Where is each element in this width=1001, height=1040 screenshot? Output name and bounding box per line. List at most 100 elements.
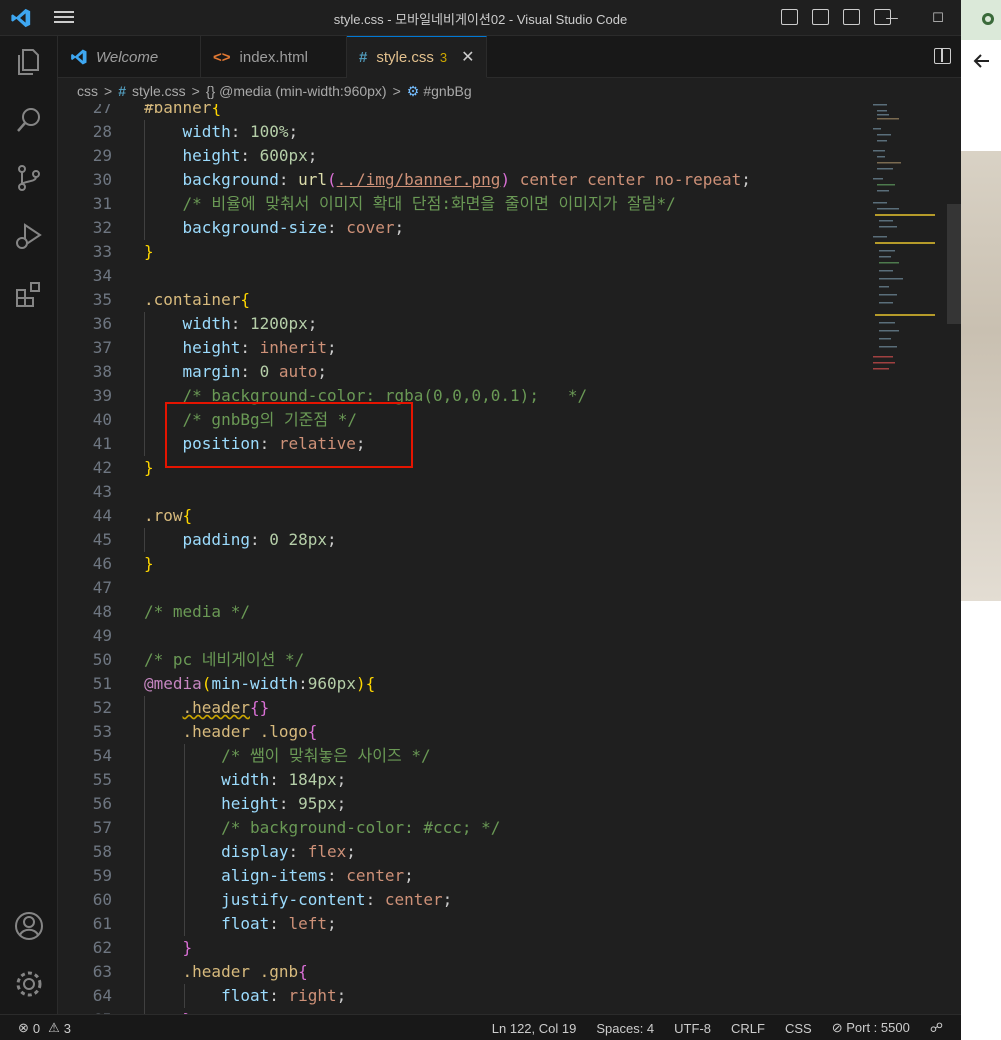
banner-image-preview <box>961 151 1001 601</box>
live-server-port[interactable]: ⊘ Port : 5500 <box>832 1020 910 1036</box>
code-text: height: 95px; <box>221 794 347 813</box>
line-number: 44 <box>92 506 112 525</box>
line-number: 41 <box>92 434 112 453</box>
toggle-primary-sidebar-icon[interactable] <box>781 9 798 25</box>
code-line: 32 background-size: cover; <box>58 216 961 240</box>
breadcrumb-media[interactable]: {} @media (min-width:960px) <box>206 83 387 99</box>
code-text: /* 쌤이 맞춰놓은 사이즈 */ <box>221 746 431 765</box>
code-line: 43 <box>58 480 961 504</box>
line-number: 27 <box>92 104 112 117</box>
code-line: 49 <box>58 624 961 648</box>
code-line: 64 float: right; <box>58 984 961 1008</box>
extensions-icon[interactable] <box>13 278 45 310</box>
code-text: justify-content: center; <box>221 890 453 909</box>
line-number: 64 <box>92 986 112 1005</box>
feedback-icon[interactable]: ☍ <box>930 1020 943 1036</box>
encoding[interactable]: UTF-8 <box>674 1021 711 1036</box>
indentation[interactable]: Spaces: 4 <box>596 1021 654 1036</box>
code-text: .row{ <box>144 506 193 525</box>
code-text: margin: 0 auto; <box>182 362 328 381</box>
error-icon: ⊗ <box>18 1020 29 1035</box>
scrollbar-thumb[interactable] <box>947 204 961 324</box>
line-number: 56 <box>92 794 112 813</box>
code-text: background-size: cover; <box>182 218 405 237</box>
line-number: 62 <box>92 938 112 957</box>
warning-count: 3 <box>63 1020 72 1036</box>
line-number: 53 <box>92 722 112 741</box>
line-number: 63 <box>92 962 112 981</box>
line-number: 45 <box>92 530 112 549</box>
vertical-scrollbar[interactable] <box>947 104 961 1014</box>
chevron-right-icon: > <box>191 83 200 99</box>
code-text: background: url(../img/banner.png) cente… <box>182 170 751 189</box>
code-line: 55 width: 184px; <box>58 768 961 792</box>
code-line: 62 } <box>58 936 961 960</box>
code-text: #banner{ <box>144 104 222 117</box>
maximize-button[interactable]: ☐ <box>915 0 961 36</box>
code-line: 44 .row{ <box>58 504 961 528</box>
code-editor[interactable]: 27 #banner{ 28 width: 100%; 29 height: 60… <box>58 104 961 1014</box>
line-number: 34 <box>92 266 112 285</box>
line-number: 57 <box>92 818 112 837</box>
line-number: 59 <box>92 866 112 885</box>
search-icon[interactable] <box>13 104 45 136</box>
cursor-position[interactable]: Ln 122, Col 19 <box>492 1021 577 1036</box>
code-line: 30 background: url(../img/banner.png) ce… <box>58 168 961 192</box>
language-mode[interactable]: CSS <box>785 1021 812 1036</box>
browser-favicon-icon <box>982 13 994 25</box>
code-line: 61 float: left; <box>58 912 961 936</box>
code-line: 60 justify-content: center; <box>58 888 961 912</box>
line-number: 61 <box>92 914 112 933</box>
tab-style-css[interactable]: # style.css 3 ✕ <box>347 36 487 78</box>
code-line: 56 height: 95px; <box>58 792 961 816</box>
back-arrow-icon[interactable] <box>973 52 991 70</box>
minimize-button[interactable]: — <box>869 0 915 36</box>
breadcrumb-folder[interactable]: css <box>77 83 98 99</box>
code-line: 57 /* background-color: #ccc; */ <box>58 816 961 840</box>
activity-bar <box>0 36 58 1014</box>
broadcast-icon: ⊘ <box>831 1020 847 1035</box>
line-number: 43 <box>92 482 112 501</box>
source-control-icon[interactable] <box>13 162 45 194</box>
browser-window-sliver <box>961 0 1001 1040</box>
code-line: 63 .header .gnb{ <box>58 960 961 984</box>
line-number: 32 <box>92 218 112 237</box>
code-line: 34 <box>58 264 961 288</box>
code-text: } <box>182 938 193 957</box>
account-icon[interactable] <box>13 910 45 942</box>
code-line: 36 width: 1200px; <box>58 312 961 336</box>
close-tab-icon[interactable]: ✕ <box>461 47 474 67</box>
problems-count-badge: 3 <box>439 49 448 65</box>
breadcrumb-file[interactable]: style.css <box>132 83 186 99</box>
error-count: 0 <box>32 1020 41 1036</box>
split-editor-icon[interactable] <box>934 48 951 64</box>
breadcrumb-symbol[interactable]: #gnbBg <box>423 83 471 99</box>
code-text: float: right; <box>221 986 347 1005</box>
line-number: 51 <box>92 674 112 693</box>
line-number: 47 <box>92 578 112 597</box>
code-line: 48 /* media */ <box>58 600 961 624</box>
toggle-panel-icon[interactable] <box>812 9 829 25</box>
code-line: 35 .container{ <box>58 288 961 312</box>
code-line: 29 height: 600px; <box>58 144 961 168</box>
tab-index-html[interactable]: <> index.html <box>201 36 347 78</box>
toggle-secondary-sidebar-icon[interactable] <box>843 9 860 25</box>
problems-indicator[interactable]: ⊗ 0 ⚠ 3 <box>18 1020 71 1036</box>
run-debug-icon[interactable] <box>13 220 45 252</box>
line-ending[interactable]: CRLF <box>731 1021 765 1036</box>
code-line: 52 .header{} <box>58 696 961 720</box>
tab-label: style.css <box>376 48 434 66</box>
settings-gear-icon[interactable] <box>13 968 45 1000</box>
line-number: 36 <box>92 314 112 333</box>
code-text: /* pc 네비게이션 */ <box>144 650 305 669</box>
line-number: 39 <box>92 386 112 405</box>
minimap[interactable] <box>873 104 935 384</box>
tab-welcome[interactable]: Welcome <box>58 36 201 78</box>
code-text: /* background-color: #ccc; */ <box>221 818 501 837</box>
chevron-right-icon: > <box>104 83 113 99</box>
code-line: 46} <box>58 552 961 576</box>
explorer-icon[interactable] <box>13 46 45 78</box>
code-line: 33} <box>58 240 961 264</box>
code-line: 47 <box>58 576 961 600</box>
warning-icon: ⚠ <box>48 1020 60 1035</box>
